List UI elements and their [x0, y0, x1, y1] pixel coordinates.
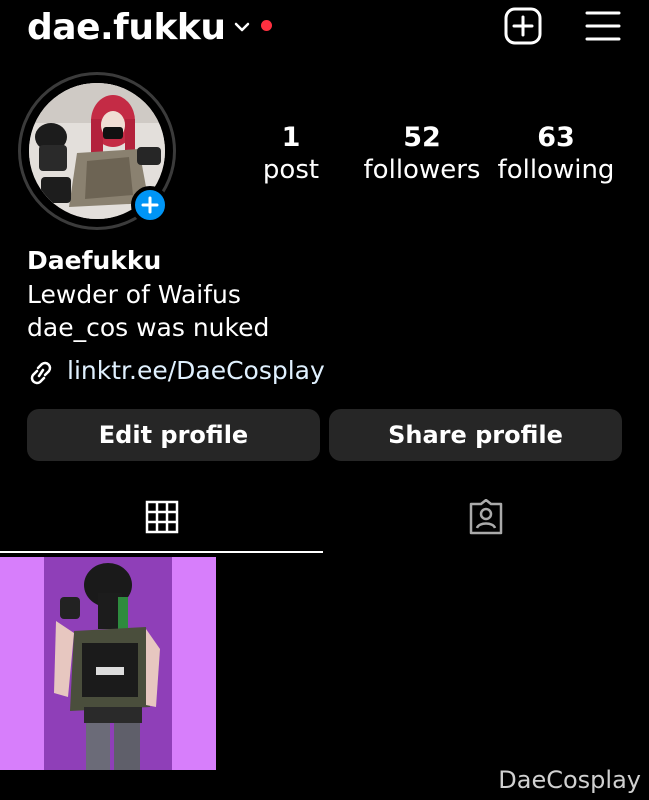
stat-following-label: following: [497, 155, 615, 185]
profile-link[interactable]: linktr.ee/DaeCosplay: [67, 354, 325, 388]
bio-line: Lewder of Waifus: [27, 280, 241, 309]
menu-icon[interactable]: [585, 9, 621, 43]
plus-icon: [141, 196, 159, 214]
tagged-icon: [469, 499, 503, 535]
create-plus-icon[interactable]: [503, 6, 543, 46]
tab-posts[interactable]: [0, 490, 323, 550]
share-profile-button[interactable]: Share profile: [329, 409, 622, 461]
stat-following-value: 63: [537, 122, 575, 153]
bio-line: dae_cos was nuked: [27, 313, 270, 342]
stat-posts-value: 1: [281, 122, 301, 153]
stat-posts-label: post: [262, 155, 320, 185]
stat-following[interactable]: 63 following: [494, 122, 618, 186]
chevron-down-icon[interactable]: [233, 20, 251, 34]
tab-tagged[interactable]: [326, 490, 649, 550]
notification-dot: [261, 20, 272, 31]
stat-posts[interactable]: 1 post: [253, 122, 329, 186]
post-image: [0, 557, 216, 770]
add-story-button[interactable]: [131, 186, 169, 224]
stat-followers-label: followers: [363, 155, 481, 185]
grid-icon: [145, 500, 179, 534]
profile-username[interactable]: dae.fukku: [27, 4, 226, 52]
active-tab-indicator: [0, 551, 323, 553]
watermark: DaeCosplay: [498, 766, 641, 794]
stat-followers-value: 52: [403, 122, 441, 153]
display-name: Daefukku: [27, 246, 162, 275]
post-thumbnail[interactable]: [0, 557, 216, 770]
stat-followers[interactable]: 52 followers: [362, 122, 482, 186]
link-icon: [30, 361, 52, 385]
edit-profile-button[interactable]: Edit profile: [27, 409, 320, 461]
